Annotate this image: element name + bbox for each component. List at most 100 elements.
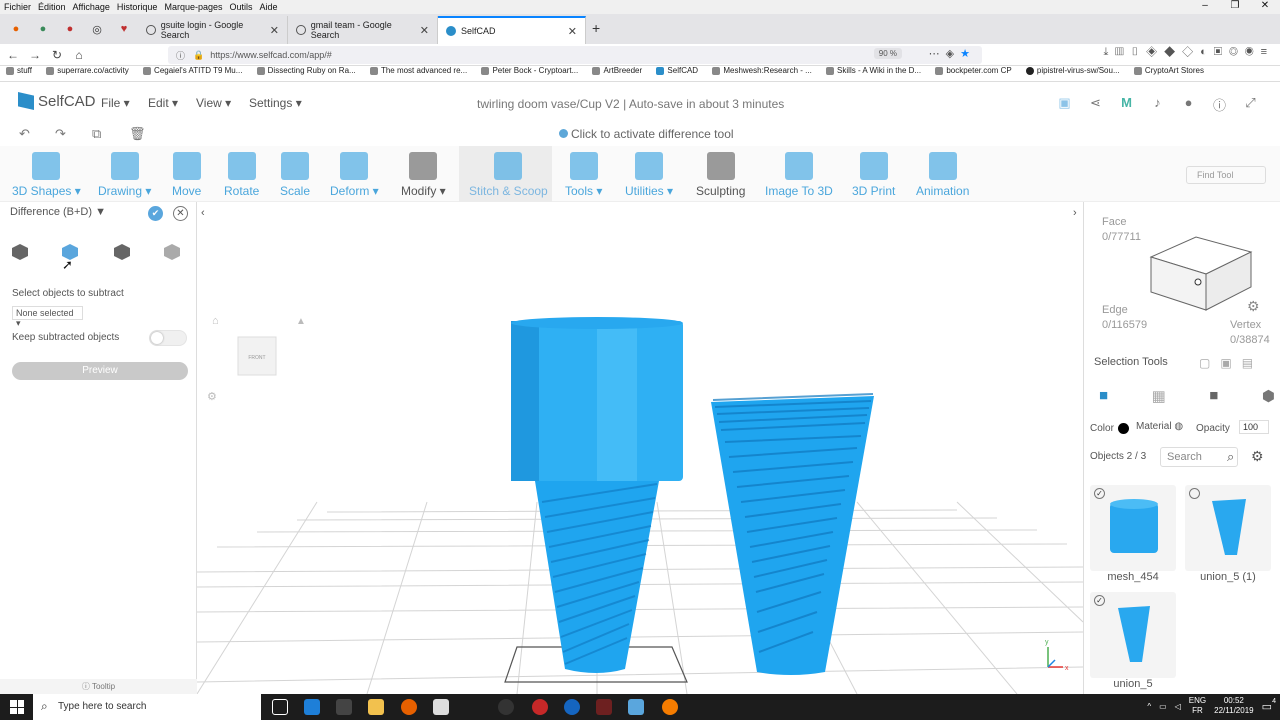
- file-explorer-icon[interactable]: [368, 699, 384, 715]
- undo-icon[interactable]: ↶: [19, 126, 30, 142]
- notification-bell-icon[interactable]: ♪: [1142, 95, 1173, 114]
- bookmark-item[interactable]: Cegaiel's ATITD T9 Mu...: [143, 66, 242, 75]
- difference-mode-c-icon[interactable]: [114, 244, 130, 260]
- difference-mode-a-icon[interactable]: [12, 244, 28, 260]
- metamask-icon[interactable]: ◐: [1200, 46, 1214, 58]
- windows-start-icon[interactable]: [10, 700, 24, 714]
- object-mode-icon[interactable]: ■: [1099, 387, 1108, 405]
- bookmark-item[interactable]: pipistrel-virus-sw/Sou...: [1025, 66, 1120, 75]
- object-card-union-5[interactable]: ✓: [1090, 592, 1176, 678]
- camera-icon[interactable]: ▲: [296, 316, 306, 327]
- info-icon[interactable]: ⓘ: [1204, 95, 1235, 114]
- tool-utilities[interactable]: Utilities ▾: [625, 152, 673, 198]
- check-icon[interactable]: ✓: [1094, 488, 1105, 499]
- difference-mode-d-icon[interactable]: [164, 244, 180, 260]
- checkbox-icon[interactable]: [1189, 488, 1200, 499]
- menu-aide[interactable]: Aide: [260, 2, 278, 12]
- collapse-right-icon[interactable]: ›: [1073, 207, 1077, 219]
- material-picker[interactable]: Material ◍: [1136, 421, 1183, 432]
- close-tab-icon[interactable]: ✕: [420, 24, 429, 37]
- bookmark-star-icon[interactable]: ★: [960, 48, 976, 60]
- tool-rotate[interactable]: Rotate: [224, 152, 259, 198]
- settings-view-icon[interactable]: ⚙: [207, 391, 217, 403]
- app-icon[interactable]: [628, 699, 644, 715]
- bookmark-item[interactable]: Peter Bock - Cryptoart...: [481, 66, 578, 75]
- maximize-icon[interactable]: ❐: [1220, 0, 1250, 11]
- menu-icon[interactable]: ≡: [1261, 46, 1274, 58]
- bookmark-item[interactable]: Dissecting Ruby on Ra...: [256, 66, 356, 75]
- bookmark-item[interactable]: superrare.co/activity: [46, 66, 129, 75]
- opacity-input[interactable]: 100: [1239, 420, 1269, 434]
- tool-sculpting[interactable]: Sculpting: [696, 152, 745, 198]
- bookmark-item[interactable]: Meshwesh:Research - ...: [712, 66, 812, 75]
- flat-mode-icon[interactable]: ⬢: [1262, 387, 1275, 405]
- mail-icon[interactable]: [433, 699, 449, 715]
- url-bar[interactable]: ⓘ 🔒 https://www.selfcad.com/app/# 90 % ⋯…: [168, 46, 982, 64]
- objects-dropdown[interactable]: None selected ▾: [12, 306, 83, 328]
- panel-title[interactable]: Difference (B+D) ▼: [10, 206, 106, 218]
- more-icon[interactable]: ⋯: [929, 48, 946, 60]
- color-picker[interactable]: Color: [1090, 423, 1129, 434]
- menu-affichage[interactable]: Affichage: [73, 2, 110, 12]
- tab-gsuite[interactable]: gsuite login - Google Search ✕: [138, 16, 288, 44]
- tool-scale[interactable]: Scale: [280, 152, 310, 198]
- search-icon[interactable]: ⌕: [1227, 449, 1234, 465]
- preview-button[interactable]: Preview: [12, 362, 188, 380]
- pinned-tab-icon[interactable]: ●: [59, 18, 81, 40]
- bookmark-item[interactable]: CryptoArt Stores: [1133, 66, 1204, 75]
- task-view-icon[interactable]: [272, 699, 288, 715]
- tool-deform[interactable]: Deform ▾: [330, 152, 379, 198]
- share-icon[interactable]: ⋖: [1080, 95, 1111, 114]
- steam-icon[interactable]: [564, 699, 580, 715]
- keep-subtracted-toggle[interactable]: [149, 330, 187, 346]
- copy-icon[interactable]: ⧉: [92, 126, 101, 142]
- download-icon[interactable]: ⤓: [1104, 46, 1116, 58]
- wireframe-mode-icon[interactable]: ▦: [1152, 387, 1166, 405]
- select-rect-icon[interactable]: ▢: [1199, 356, 1220, 370]
- tab-selfcad[interactable]: SelfCAD ✕: [438, 16, 586, 44]
- extension-icon[interactable]: ◉: [1245, 46, 1261, 58]
- document-title[interactable]: twirling doom vase/Cup V2 | Auto-save in…: [477, 97, 784, 111]
- store-icon[interactable]: [336, 699, 352, 715]
- tray-chevron-icon[interactable]: ^: [1147, 702, 1151, 711]
- firefox-pinned-icon[interactable]: ●: [5, 18, 27, 40]
- gear-icon[interactable]: ⚙: [1251, 448, 1264, 465]
- extension-icon[interactable]: ◆: [1164, 46, 1182, 58]
- confirm-icon[interactable]: ✔: [148, 206, 163, 221]
- app-icon[interactable]: [532, 699, 548, 715]
- check-icon[interactable]: ✓: [1094, 595, 1105, 606]
- tooltip-bar[interactable]: ⓘ Tooltip: [0, 679, 197, 694]
- bookmark-item[interactable]: SelfCAD: [656, 66, 698, 75]
- pinned-tab-icon[interactable]: ●: [32, 18, 54, 40]
- menu-historique[interactable]: Historique: [117, 2, 158, 12]
- site-info-icon[interactable]: ⓘ: [176, 49, 185, 62]
- fullscreen-icon[interactable]: ⤢: [1235, 95, 1266, 114]
- network-icon[interactable]: ▭: [1159, 702, 1167, 711]
- close-icon[interactable]: ✕: [173, 206, 188, 221]
- tool-3d-shapes[interactable]: 3D Shapes ▾: [12, 152, 81, 198]
- user-icon[interactable]: ●: [1173, 95, 1204, 114]
- scene-canvas[interactable]: FRONT ⌂ ▲ ⚙ ‹ › y x: [197, 202, 1083, 694]
- extension-icon[interactable]: ▣: [1214, 46, 1229, 58]
- close-tab-icon[interactable]: ✕: [568, 25, 577, 38]
- tool-drawing[interactable]: Drawing ▾: [98, 152, 151, 198]
- extension-icon[interactable]: ◇: [1182, 46, 1200, 58]
- tab-gmail[interactable]: gmail team - Google Search ✕: [288, 16, 438, 44]
- bookmark-item[interactable]: Skills - A Wiki in the D...: [826, 66, 921, 75]
- extension-icon[interactable]: ◎: [1229, 46, 1245, 58]
- library-icon[interactable]: ▥: [1115, 46, 1130, 58]
- find-tool-input[interactable]: Find Tool: [1186, 166, 1266, 184]
- object-card-union-5-1[interactable]: [1185, 485, 1271, 571]
- sidebar-icon[interactable]: ▯: [1131, 46, 1146, 58]
- taskbar-search-input[interactable]: ⌕ Type here to search: [33, 694, 261, 720]
- tool-3d-print[interactable]: 3D Print: [852, 152, 895, 198]
- tool-image-to-3d[interactable]: Image To 3D: [765, 152, 833, 198]
- bookmark-item[interactable]: stuff: [6, 66, 32, 75]
- selfcad-logo[interactable]: SelfCAD: [18, 92, 96, 110]
- pinned-tab-icon[interactable]: ♥: [113, 18, 135, 40]
- url-text[interactable]: https://www.selfcad.com/app/#: [210, 50, 332, 60]
- tool-animation[interactable]: Animation: [916, 152, 969, 198]
- menu-file[interactable]: File ▾: [101, 96, 130, 110]
- tool-stitch-scoop[interactable]: Stitch & Scoop: [469, 152, 548, 198]
- bookmark-item[interactable]: bockpeter.com CP: [935, 66, 1012, 75]
